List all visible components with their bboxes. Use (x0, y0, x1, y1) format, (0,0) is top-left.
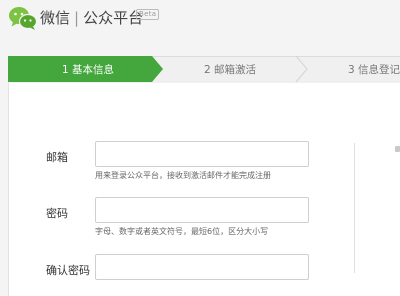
step-2-divider (295, 56, 308, 82)
platform-name: 公众平台 (83, 9, 144, 27)
step-3-label: 3 信息登记 (348, 64, 400, 76)
password-label: 密码 (46, 207, 68, 220)
app-name: 微信 (40, 9, 71, 27)
scrollbar-handle[interactable] (395, 146, 400, 152)
email-label: 邮箱 (46, 151, 68, 164)
brand-separator: | (74, 9, 80, 27)
email-hint: 用来登录公众平台，接收到激活邮件才能完成注册 (95, 171, 271, 180)
confirm-password-label: 确认密码 (46, 264, 90, 277)
confirm-password-field[interactable] (95, 254, 309, 280)
beta-badge: Beta (136, 9, 160, 20)
header: 微信 | 公众平台 Beta (0, 0, 400, 38)
wechat-logo-icon (9, 7, 38, 30)
registration-page: 微信 | 公众平台 Beta 1 基本信息 2 邮箱激活 3 信息登记 邮箱 用来登… (0, 0, 400, 296)
password-field[interactable] (95, 197, 309, 223)
brand-title: 微信 | 公众平台 (40, 7, 143, 28)
progress-steps: 1 基本信息 2 邮箱激活 3 信息登记 (0, 56, 400, 84)
step-1-label: 1 基本信息 (62, 64, 115, 76)
step-shapes (8, 56, 308, 82)
password-hint: 字母、数字或者英文符号，最短6位，区分大小写 (95, 227, 269, 236)
step-2-label: 2 邮箱激活 (204, 64, 257, 76)
panel-divider (354, 143, 355, 273)
email-field[interactable] (95, 141, 309, 167)
